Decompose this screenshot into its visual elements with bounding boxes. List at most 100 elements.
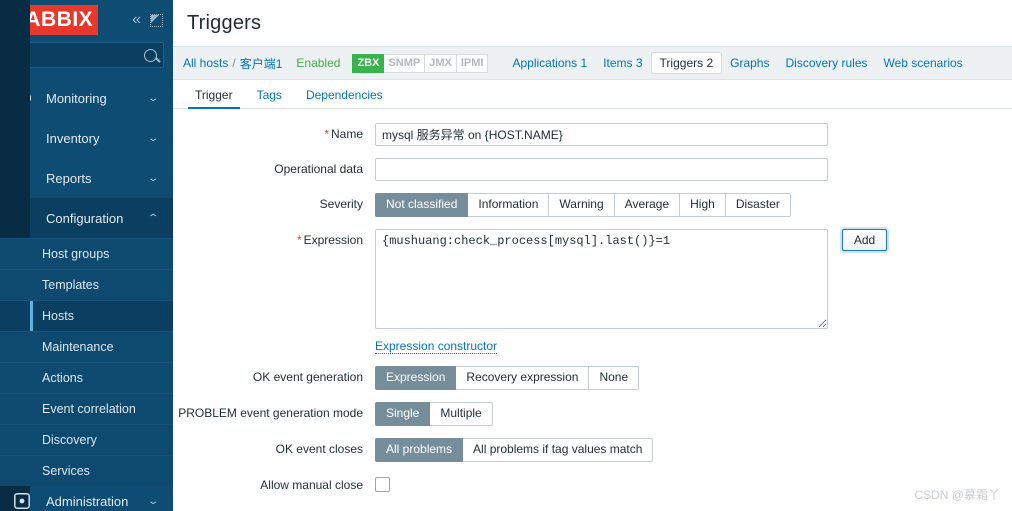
entity-tab-items[interactable]: Items 3: [595, 53, 650, 73]
sidebar-item-label: Inventory: [46, 130, 100, 146]
sidebar-search[interactable]: [9, 42, 164, 68]
allow-manual-close-checkbox[interactable]: [375, 477, 390, 492]
severity-option-average[interactable]: Average: [614, 193, 681, 217]
sidebar-item-label: Configuration: [46, 210, 124, 226]
chevron-down-icon: ⌄: [146, 132, 160, 144]
entity-tab-applications[interactable]: Applications 1: [504, 53, 595, 73]
sidebar-submenu-configuration: Host groups Templates Hosts Maintenance …: [0, 0, 173, 511]
chevron-down-icon: ⌄: [146, 495, 160, 507]
search-input[interactable]: [16, 47, 144, 63]
ok-event-generation-label: OK event generation: [252, 370, 363, 384]
breadcrumb-host[interactable]: 客户端1: [240, 55, 283, 72]
problem-event-generation-mode-label: PROBLEM event generation mode: [178, 406, 363, 420]
sidebar-item-label: Reports: [46, 170, 92, 186]
expression-label: * Expression: [173, 229, 375, 251]
sidebar-subitem-label: Hosts: [42, 309, 74, 323]
chevron-down-icon: ⌄: [146, 92, 160, 104]
sidebar-subitem-label: Templates: [42, 278, 99, 292]
sidebar-subitem-label: Actions: [42, 371, 83, 385]
ok-event-closes-segmented-control: All problems All problems if tag values …: [375, 438, 654, 462]
required-marker: *: [296, 233, 302, 247]
ok-event-generation-option-none[interactable]: None: [589, 366, 640, 390]
sidebar-header-actions: «: [132, 12, 165, 28]
problem-event-mode-option-multiple[interactable]: Multiple: [430, 402, 493, 426]
ok-event-closes-option-all-problems[interactable]: All problems: [375, 438, 464, 462]
cog-box-icon: [14, 493, 36, 509]
field-row-ok-event-closes: OK event closes All problems All problem…: [173, 438, 1012, 462]
severity-segmented-control: Not classified Information Warning Avera…: [375, 193, 791, 217]
field-row-name: * Name: [173, 123, 1012, 146]
sidebar-item-hosts[interactable]: Hosts: [0, 300, 173, 331]
tab-tags[interactable]: Tags: [247, 84, 292, 108]
operational-data-input[interactable]: [375, 158, 828, 181]
chevron-up-icon: ⌃: [146, 212, 160, 224]
host-status[interactable]: Enabled: [296, 56, 340, 70]
chevron-down-icon: ⌄: [146, 172, 160, 184]
entity-tab-triggers[interactable]: Triggers 2: [650, 52, 723, 74]
expression-label-text: Expression: [303, 233, 363, 247]
sidebar-item-label: Monitoring: [46, 90, 107, 106]
tab-dependencies[interactable]: Dependencies: [296, 84, 393, 108]
badge-ipmi: IPMI: [456, 53, 489, 73]
operational-data-label: Operational data: [274, 162, 363, 176]
field-row-expression-constructor: Expression constructor: [173, 339, 1012, 354]
sidebar-item-host-groups[interactable]: Host groups: [0, 238, 173, 269]
required-marker: *: [324, 127, 329, 141]
ok-event-generation-option-recovery-expression[interactable]: Recovery expression: [456, 366, 590, 390]
breadcrumb-all-hosts[interactable]: All hosts: [183, 56, 228, 70]
severity-option-high[interactable]: High: [680, 193, 726, 217]
add-button[interactable]: Add: [842, 229, 887, 251]
breadcrumb: All hosts / 客户端1 Enabled ZBX SNMP JMX IP…: [173, 46, 1012, 80]
name-input[interactable]: [375, 123, 828, 146]
entity-tab-discovery-rules[interactable]: Discovery rules: [777, 53, 875, 73]
field-row-problem-event-generation-mode: PROBLEM event generation mode Single Mul…: [173, 402, 1012, 426]
sidebar-subitem-label: Maintenance: [42, 340, 114, 354]
sidebar-item-label: Administration: [46, 493, 129, 509]
badge-snmp: SNMP: [384, 53, 426, 73]
ok-event-generation-segmented-control: Expression Recovery expression None: [375, 366, 640, 390]
interface-badges: ZBX SNMP JMX IPMI: [352, 53, 489, 73]
severity-option-disaster[interactable]: Disaster: [725, 193, 791, 217]
search-icon: [144, 48, 157, 62]
severity-label: Severity: [319, 197, 363, 211]
trigger-form: *Name Operational data Severity Not clas…: [173, 109, 1012, 496]
watermark: CSDN @慕霜丫: [914, 488, 1000, 502]
zabbix-trigger-config-page: ZABBIX « Monitoring ⌄ Inventory ⌄ Report…: [0, 0, 1012, 511]
entity-tab-web-scenarios[interactable]: Web scenarios: [876, 53, 971, 73]
ok-event-closes-label: OK event closes: [275, 442, 363, 456]
field-row-severity: Severity Not classified Information Warn…: [173, 193, 1012, 217]
tab-trigger[interactable]: Trigger: [185, 84, 243, 109]
name-label: * Name: [173, 123, 375, 145]
ok-event-generation-option-expression[interactable]: Expression: [375, 366, 457, 390]
field-row-expression: * Expression {mushuang:check_process[mysq…: [173, 229, 1012, 329]
sidebar-subitem-label: Discovery: [42, 433, 97, 447]
compact-view-icon[interactable]: [150, 13, 163, 27]
sidebar-item-actions[interactable]: Actions: [0, 362, 173, 393]
form-tabs: Trigger Tags Dependencies: [173, 80, 1012, 109]
problem-event-generation-mode-segmented-control: Single Multiple: [375, 402, 493, 426]
sidebar-subitem-label: Services: [42, 464, 90, 478]
sidebar-subitem-label: Event correlation: [42, 402, 136, 416]
ok-event-closes-option-tag-values-match[interactable]: All problems if tag values match: [463, 438, 654, 462]
badge-zbx: ZBX: [352, 53, 385, 73]
breadcrumb-separator: /: [232, 56, 236, 70]
sidebar-item-maintenance[interactable]: Maintenance: [0, 331, 173, 362]
sidebar-item-templates[interactable]: Templates: [0, 269, 173, 300]
chevron-double-left-icon[interactable]: «: [132, 12, 141, 28]
name-label-text: Name: [330, 127, 363, 141]
sidebar-item-discovery[interactable]: Discovery: [0, 424, 173, 455]
severity-option-warning[interactable]: Warning: [549, 193, 615, 217]
severity-option-information[interactable]: Information: [468, 193, 550, 217]
page-title: Triggers: [187, 12, 262, 34]
sidebar-item-administration[interactable]: Administration ⌄: [0, 481, 173, 511]
expression-textarea[interactable]: {mushuang:check_process[mysql].last()}=1: [375, 229, 828, 329]
problem-event-mode-option-single[interactable]: Single: [375, 402, 431, 426]
field-row-ok-event-generation: OK event generation Expression Recovery …: [173, 366, 1012, 390]
sidebar: ZABBIX « Monitoring ⌄ Inventory ⌄ Report…: [0, 0, 173, 511]
sidebar-subitem-label: Host groups: [42, 247, 110, 261]
allow-manual-close-label: Allow manual close: [260, 478, 363, 492]
expression-constructor-link[interactable]: Expression constructor: [375, 339, 498, 354]
severity-option-not-classified[interactable]: Not classified: [375, 193, 469, 217]
entity-tab-graphs[interactable]: Graphs: [722, 53, 777, 73]
sidebar-item-event-correlation[interactable]: Event correlation: [0, 393, 173, 424]
